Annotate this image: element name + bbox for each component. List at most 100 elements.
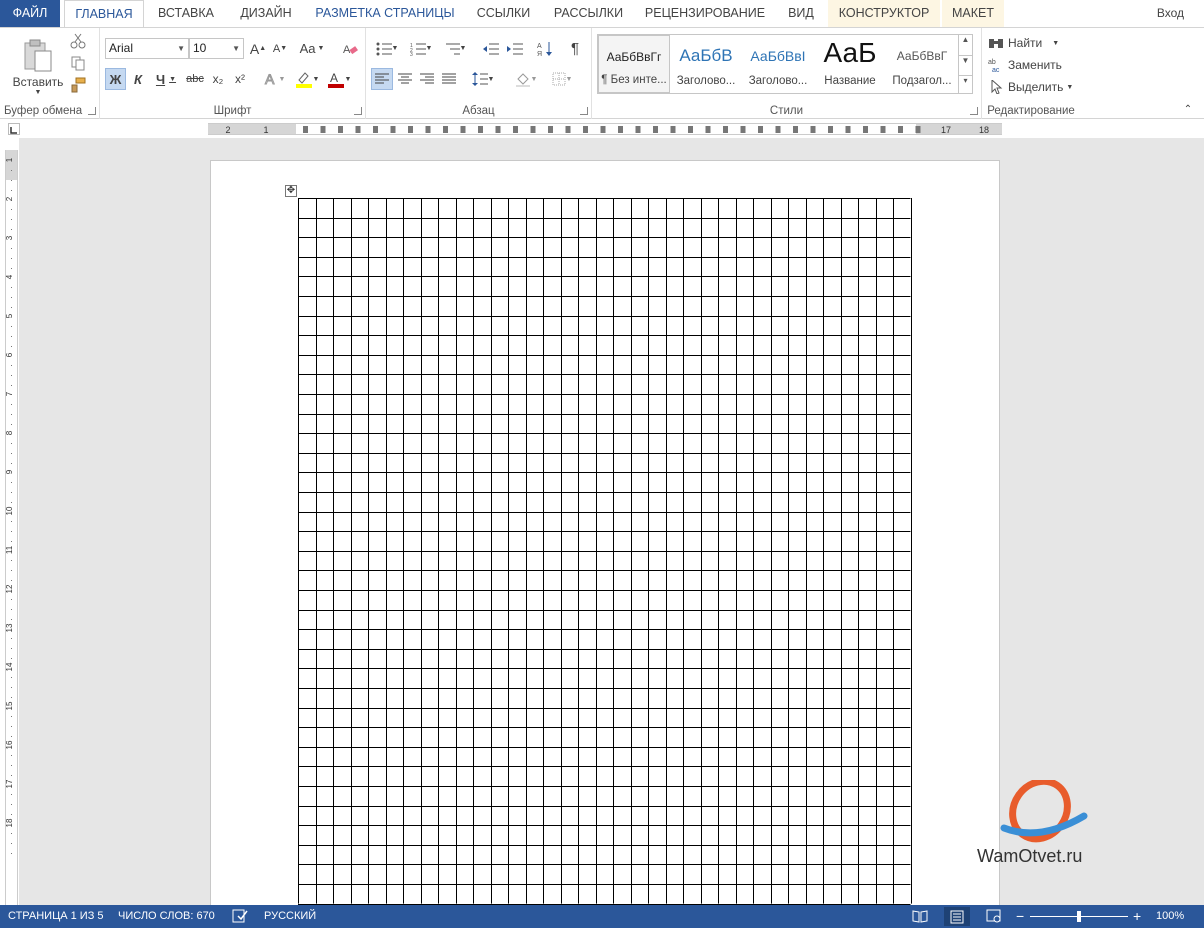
tab-4[interactable]: РАЗМЕТКА СТРАНИЦЫ xyxy=(306,0,464,27)
vertical-ruler-tick xyxy=(11,346,12,347)
superscript-button[interactable]: x² xyxy=(230,68,250,90)
chevron-down-icon: ▼ xyxy=(232,44,240,53)
replace-button[interactable]: ab ac Заменить xyxy=(988,55,1074,75)
borders-button[interactable]: ▼ xyxy=(546,68,578,90)
increase-indent-button[interactable] xyxy=(504,38,526,59)
style-item-2[interactable]: АаБбВвІ Заголово... xyxy=(742,35,814,93)
table-move-handle-icon[interactable]: ✥ xyxy=(285,185,297,197)
justify-button[interactable] xyxy=(438,68,460,90)
svg-text:ab: ab xyxy=(988,59,996,66)
zoom-in-button[interactable]: + xyxy=(1133,905,1141,928)
font-size-combo[interactable]: 10 ▼ xyxy=(189,38,244,59)
read-mode-icon[interactable] xyxy=(912,909,928,932)
tab-9[interactable]: КОНСТРУКТОР xyxy=(828,0,940,27)
vertical-ruler[interactable]: 123456789101112131415161718 xyxy=(5,150,18,905)
bold-button[interactable]: Ж xyxy=(105,68,126,90)
vertical-ruler-label: 3 xyxy=(6,235,14,240)
clipboard-dialog-launcher[interactable] xyxy=(88,107,96,115)
vertical-ruler-tick xyxy=(11,219,12,220)
paragraph-group-label: Абзац xyxy=(462,105,495,117)
zoom-out-button[interactable]: − xyxy=(1016,905,1024,928)
gallery-scroll-down[interactable]: ▼ xyxy=(958,55,972,75)
tab-3[interactable]: ДИЗАЙН xyxy=(228,0,304,27)
vertical-ruler-tick xyxy=(11,521,12,522)
vertical-ruler-tick xyxy=(11,365,12,366)
style-item-0[interactable]: АаБбВвГг ¶ Без инте... xyxy=(598,35,670,93)
tab-5[interactable]: ССЫЛКИ xyxy=(466,0,541,27)
italic-icon: К xyxy=(134,71,142,87)
column-marker xyxy=(635,126,641,133)
multilevel-list-button[interactable]: ▼ xyxy=(439,38,471,59)
language-indicator[interactable]: РУССКИЙ xyxy=(264,905,316,928)
decrease-indent-button[interactable] xyxy=(480,38,502,59)
align-right-button[interactable] xyxy=(416,68,438,90)
style-item-1[interactable]: АаБбВ Заголово... xyxy=(670,35,742,93)
style-name: Подзагол... xyxy=(892,75,952,87)
column-marker xyxy=(688,126,693,133)
align-center-button[interactable] xyxy=(394,68,416,90)
vertical-ruler-tick xyxy=(11,170,12,171)
font-color-button[interactable]: A ▼ xyxy=(324,68,354,90)
word-count[interactable]: ЧИСЛО СЛОВ: 670 xyxy=(118,905,215,928)
underline-button[interactable]: Ч ▼ xyxy=(150,68,182,90)
style-item-4[interactable]: АаБбВвГ Подзагол... xyxy=(886,35,958,93)
tab-7[interactable]: РЕЦЕНЗИРОВАНИЕ xyxy=(636,0,774,27)
text-effects-button[interactable]: A ▼ xyxy=(260,68,288,90)
format-painter-button[interactable] xyxy=(68,76,88,94)
page-count[interactable]: СТРАНИЦА 1 ИЗ 5 xyxy=(8,905,104,928)
watermark-logo: WamOtvet.ru xyxy=(974,780,1104,870)
change-case-button[interactable]: Aa ▼ xyxy=(296,38,328,59)
font-dialog-launcher[interactable] xyxy=(354,107,362,115)
style-item-3[interactable]: АаБ Название xyxy=(814,35,886,93)
horizontal-ruler[interactable]: 2 1 17 18 xyxy=(208,123,1002,135)
gallery-more[interactable]: ▾ xyxy=(958,75,972,93)
tab-0[interactable]: ФАЙЛ xyxy=(0,0,60,27)
numbering-button[interactable]: 1 2 3 ▼ xyxy=(405,38,437,59)
vertical-ruler-tick xyxy=(11,336,12,337)
grow-font-button[interactable]: A ▲ xyxy=(248,38,268,59)
print-layout-icon[interactable] xyxy=(944,907,970,926)
styles-dialog-launcher[interactable] xyxy=(970,107,978,115)
zoom-slider-thumb[interactable] xyxy=(1077,911,1081,922)
strikethrough-button[interactable]: abc xyxy=(184,68,206,90)
gallery-scroll-up[interactable]: ▲ xyxy=(958,35,972,55)
grid-table[interactable] xyxy=(298,198,914,905)
collapse-ribbon-button[interactable]: ⌃ xyxy=(1180,102,1196,116)
tab-2[interactable]: ВСТАВКА xyxy=(146,0,226,27)
bullets-button[interactable]: ▼ xyxy=(371,38,403,59)
copy-button[interactable] xyxy=(68,54,88,72)
document-page[interactable]: ✥ xyxy=(210,160,1000,905)
paste-button[interactable]: Вставить ▼ xyxy=(8,32,68,102)
column-marker xyxy=(845,126,851,133)
line-spacing-button[interactable]: ▼ xyxy=(468,68,498,90)
cut-button[interactable] xyxy=(68,32,88,50)
shrink-font-button[interactable]: A ▼ xyxy=(270,38,290,59)
highlight-button[interactable]: ▼ xyxy=(292,68,322,90)
tab-1[interactable]: ГЛАВНАЯ xyxy=(64,0,144,28)
column-marker xyxy=(390,126,396,133)
proofing-icon[interactable] xyxy=(232,909,248,932)
font-name-combo[interactable]: Arial ▼ xyxy=(105,38,189,59)
tab-10[interactable]: МАКЕТ xyxy=(942,0,1004,27)
tab-8[interactable]: ВИД xyxy=(776,0,826,27)
column-marker xyxy=(355,126,361,133)
replace-icon: abac xyxy=(988,59,1000,72)
tab-selector[interactable] xyxy=(8,123,20,135)
italic-button[interactable]: К xyxy=(128,68,148,90)
tab-6[interactable]: РАССЫЛКИ xyxy=(543,0,634,27)
find-button[interactable]: Найти ▼ xyxy=(988,33,1074,53)
clear-formatting-button[interactable]: A xyxy=(340,38,360,59)
style-sample: АаБбВ xyxy=(679,46,733,65)
select-button[interactable]: Выделить ▼ xyxy=(988,77,1074,97)
web-layout-icon[interactable] xyxy=(986,909,1002,932)
shading-button[interactable]: ▼ xyxy=(510,68,542,90)
sign-in-link[interactable]: Вход xyxy=(1157,0,1184,27)
column-marker xyxy=(880,126,886,133)
paragraph-dialog-launcher[interactable] xyxy=(580,107,588,115)
sort-button[interactable]: AЯ xyxy=(534,38,556,59)
vertical-ruler-tick xyxy=(11,531,12,532)
subscript-button[interactable]: x₂ xyxy=(208,68,228,90)
show-marks-button[interactable]: ¶ xyxy=(564,38,586,59)
align-left-button[interactable] xyxy=(371,68,393,90)
zoom-level[interactable]: 100% xyxy=(1156,905,1184,928)
